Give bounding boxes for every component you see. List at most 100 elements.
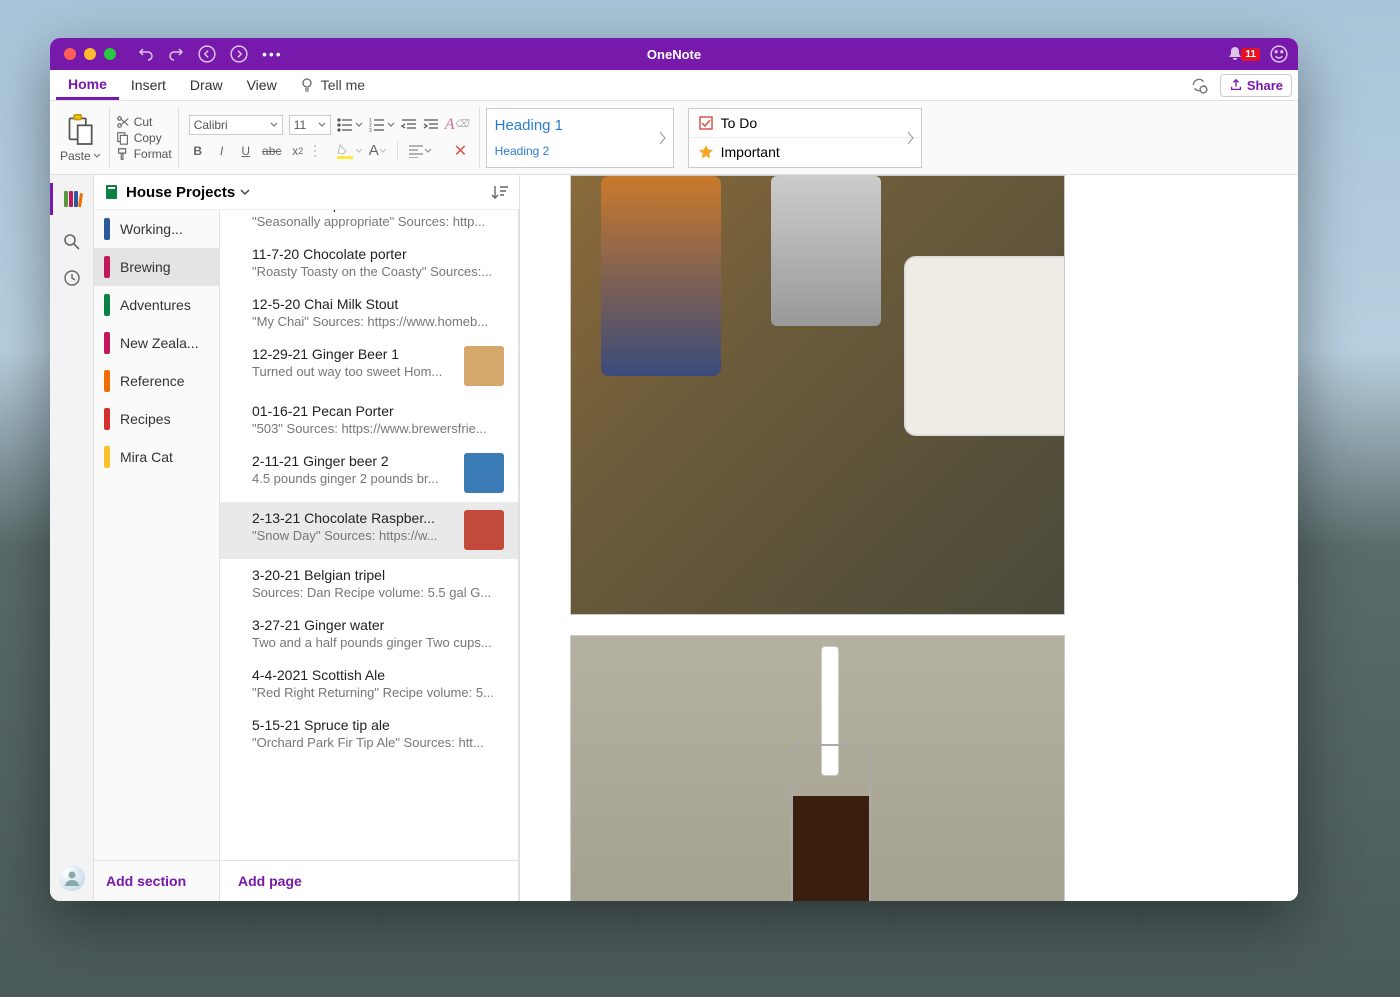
section-item[interactable]: Mira Cat	[94, 438, 219, 476]
strike-button[interactable]: abc	[261, 144, 283, 158]
format-label: Format	[134, 147, 172, 161]
page-subtitle: "503" Sources: https://www.brewersfrie..…	[252, 421, 504, 436]
section-item[interactable]: Brewing	[94, 248, 219, 286]
tell-me-search[interactable]: Tell me	[299, 77, 365, 93]
subscript-button[interactable]: x2	[289, 144, 307, 158]
notebooks-rail-button[interactable]	[50, 183, 93, 215]
app-title: OneNote	[647, 47, 701, 62]
section-label: Reference	[120, 373, 185, 389]
tag-important[interactable]: Important	[689, 137, 921, 167]
page-subtitle: "My Chai" Sources: https://www.homeb...	[252, 314, 504, 329]
sort-icon[interactable]	[491, 183, 509, 201]
page-title: 3-27-21 Ginger water	[252, 617, 504, 633]
undo-icon[interactable]	[138, 46, 154, 62]
tab-view[interactable]: View	[235, 70, 289, 100]
paste-icon[interactable]	[66, 113, 94, 147]
sections-list: Working...BrewingAdventuresNew Zeala... R…	[94, 210, 220, 901]
section-label: Recipes	[120, 411, 171, 427]
styles-gallery[interactable]: Heading 1 Heading 2	[486, 108, 674, 168]
titlebar-quick-actions: •••	[138, 45, 283, 63]
search-icon[interactable]	[63, 233, 81, 251]
notifications-button[interactable]: 11	[1227, 46, 1260, 62]
bullet-list-button[interactable]	[337, 118, 363, 132]
chevron-right-icon[interactable]	[659, 131, 667, 145]
maximize-window-button[interactable]	[104, 48, 116, 60]
minimize-window-button[interactable]	[84, 48, 96, 60]
page-title: 01-16-21 Pecan Porter	[252, 403, 504, 419]
share-button[interactable]: Share	[1220, 74, 1292, 97]
heading1-style[interactable]: Heading 1	[495, 117, 665, 134]
close-window-button[interactable]	[64, 48, 76, 60]
number-list-button[interactable]: 123	[369, 118, 395, 132]
page-item[interactable]: 01-16-21 Pecan Porter "503" Sources: http…	[220, 395, 518, 445]
outdent-button[interactable]	[401, 118, 417, 132]
page-item[interactable]: 12-5-20 Chai Milk Stout"My Chai" Sources…	[220, 288, 518, 338]
highlight-button[interactable]	[337, 143, 363, 159]
section-color-tab	[104, 332, 110, 354]
section-item[interactable]: New Zeala...	[94, 324, 219, 362]
align-button[interactable]	[408, 144, 432, 158]
page-subtitle: "Roasty Toasty on the Coasty" Sources:..…	[252, 264, 504, 279]
emoji-icon[interactable]	[1270, 45, 1288, 63]
font-name-combo[interactable]: Calibri	[189, 115, 283, 135]
page-item[interactable]: 2-11-21 Ginger beer 24.5 pounds ginger 2…	[220, 445, 518, 502]
font-size-value: 11	[294, 118, 306, 132]
sync-status-icon[interactable]	[1190, 76, 1208, 94]
delete-button[interactable]: ✕	[454, 141, 467, 161]
page-item[interactable]: 3-20-21 Belgian tripelSources: Dan Recip…	[220, 559, 518, 609]
redo-icon[interactable]	[168, 46, 184, 62]
nav-back-icon[interactable]	[198, 45, 216, 63]
left-nav-rail	[50, 175, 94, 901]
section-item[interactable]: Working...	[94, 210, 219, 248]
add-page-button[interactable]: Add page	[220, 860, 518, 901]
copy-icon	[116, 131, 130, 145]
tab-home[interactable]: Home	[56, 70, 119, 100]
page-thumbnail	[464, 510, 504, 550]
share-label: Share	[1247, 78, 1283, 93]
cut-button[interactable]: Cut	[116, 115, 172, 129]
bulb-icon	[299, 77, 315, 93]
nav-forward-icon[interactable]	[230, 45, 248, 63]
chevron-down-icon[interactable]	[239, 186, 251, 198]
chevron-right-icon[interactable]	[907, 131, 915, 145]
page-subtitle: "Seasonally appropriate" Sources: http..…	[252, 214, 504, 229]
page-item[interactable]: 11-7-20 Chocolate porter"Roasty Toasty o…	[220, 238, 518, 288]
font-size-combo[interactable]: 11	[289, 115, 331, 135]
copy-button[interactable]: Copy	[116, 131, 172, 145]
section-item[interactable]: Reference	[94, 362, 219, 400]
page-title: 4-4-2021 Scottish Ale	[252, 667, 504, 683]
more-font-button[interactable]	[313, 144, 321, 158]
page-item[interactable]: 9-27-20 Pumpkin Ale"Seasonally appropria…	[220, 210, 518, 238]
notebook-name[interactable]: House Projects	[126, 184, 235, 201]
page-item[interactable]: 2-13-21 Chocolate Raspber..."Snow Day" S…	[220, 502, 518, 559]
more-icon[interactable]: •••	[262, 46, 283, 62]
tab-insert[interactable]: Insert	[119, 70, 178, 100]
format-painter-button[interactable]: Format	[116, 147, 172, 161]
indent-button[interactable]	[423, 118, 439, 132]
titlebar: ••• OneNote 11	[50, 38, 1298, 70]
add-section-button[interactable]: Add section	[94, 860, 219, 901]
section-color-tab	[104, 256, 110, 278]
section-item[interactable]: Adventures	[94, 286, 219, 324]
page-item[interactable]: 3-27-21 Ginger waterTwo and a half pound…	[220, 609, 518, 659]
heading2-style[interactable]: Heading 2	[495, 144, 665, 158]
font-color-button[interactable]: A	[369, 142, 387, 159]
account-avatar[interactable]	[59, 865, 85, 891]
italic-button[interactable]: I	[213, 144, 231, 158]
page-item[interactable]: 12-29-21 Ginger Beer 1Turned out way too…	[220, 338, 518, 395]
page-item[interactable]: 4-4-2021 Scottish Ale"Red Right Returnin…	[220, 659, 518, 709]
bold-button[interactable]: B	[189, 144, 207, 158]
app-window: ••• OneNote 11 Home Insert Draw View Tel…	[50, 38, 1298, 901]
clear-format-button[interactable]: A⌫	[445, 116, 469, 134]
section-item[interactable]: Recipes	[94, 400, 219, 438]
note-canvas[interactable]	[520, 175, 1298, 901]
tags-gallery[interactable]: To Do Important	[688, 108, 922, 168]
page-subtitle: Turned out way too sweet Hom...	[252, 364, 456, 379]
recent-icon[interactable]	[63, 269, 81, 287]
tag-todo[interactable]: To Do	[689, 109, 921, 138]
underline-button[interactable]: U	[237, 144, 255, 158]
page-item[interactable]: 5-15-21 Spruce tip ale"Orchard Park Fir …	[220, 709, 518, 759]
page-subtitle: "Orchard Park Fir Tip Ale" Sources: htt.…	[252, 735, 504, 750]
tab-draw[interactable]: Draw	[178, 70, 235, 100]
section-color-tab	[104, 370, 110, 392]
